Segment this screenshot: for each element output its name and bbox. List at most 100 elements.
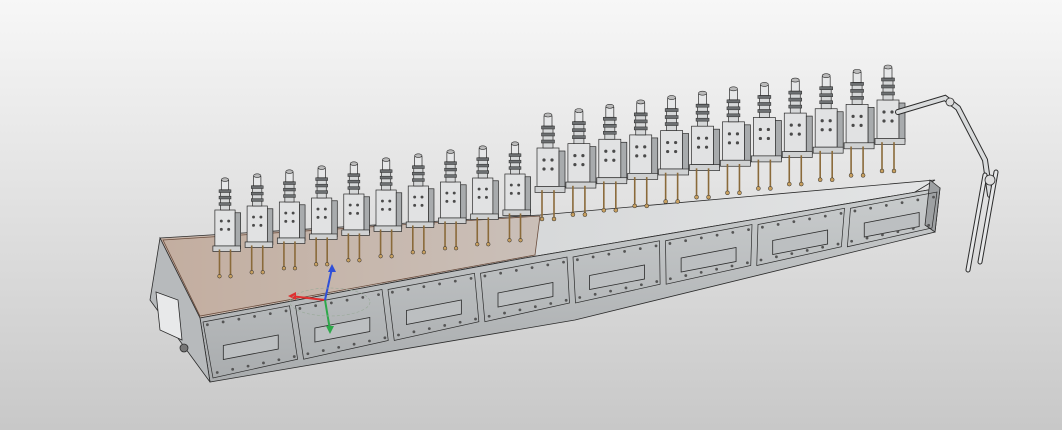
actuator-side [589,146,597,186]
bolt [927,223,931,227]
mount-hole [550,158,554,162]
graphics-viewport[interactable] [0,0,1062,430]
actuator-body[interactable] [660,130,683,170]
cap-top [414,153,423,158]
actuator[interactable] [658,95,689,204]
bolt [221,320,225,324]
cap-top [883,64,893,70]
actuator-body[interactable] [567,143,591,183]
cylinder-rod [573,121,585,144]
cylinder-cap [317,168,326,179]
actuator-body[interactable] [214,209,236,247]
mount-hole [413,195,417,199]
pin-nut [706,194,711,200]
actuator-body[interactable] [753,117,776,157]
actuator-body[interactable] [845,104,869,144]
bolt [206,323,209,327]
cylinder-cap [253,176,262,187]
actuator-body[interactable] [246,205,268,243]
cylinder-rod [348,173,359,195]
actuator[interactable] [596,103,628,213]
actuator-body[interactable] [504,173,526,211]
actuator[interactable] [751,82,782,191]
rod-collar [757,102,772,106]
actuator-side [805,115,813,155]
mount-hole [696,145,701,149]
actuator[interactable] [689,90,720,200]
actuator[interactable] [874,64,906,174]
bolt [422,285,426,289]
actuator-body[interactable] [629,134,653,174]
rod-collar [603,117,617,121]
actuator-body[interactable] [343,193,365,231]
actuator[interactable] [720,86,751,196]
bolt [684,239,688,243]
cylinder-cap [790,80,800,92]
bolt [406,288,410,291]
bolt [638,247,642,251]
cylinder-rod [789,90,801,114]
actuator-base [470,213,499,220]
actuator-body[interactable] [311,197,333,235]
actuator-body[interactable] [407,185,429,223]
mount-hole [882,119,886,123]
bolt [337,345,341,349]
actuator-side [492,180,499,218]
bolt [654,244,658,248]
mount-hole [851,114,855,118]
rod-collar [726,99,741,104]
actuator-body[interactable] [814,108,838,148]
bolt [562,260,565,264]
rod-collar [315,190,328,194]
actuator-body[interactable] [536,147,560,187]
actuator-body[interactable] [472,177,494,215]
bolt [609,289,612,293]
actuator[interactable] [812,73,844,182]
actuator-body[interactable] [598,138,622,179]
pin-nut [389,254,394,259]
cap-top [253,173,262,178]
actuator[interactable] [565,108,597,217]
end-port[interactable] [179,343,189,353]
mount-hole [445,191,449,195]
mount-hole [291,219,295,223]
pin-nut [346,258,351,263]
cylinder-cap [852,72,862,83]
mount-hole [612,149,616,153]
pin-nut [507,238,512,243]
mount-hole [484,187,488,191]
actuator-base [534,186,566,193]
cylinder-rod [666,108,677,131]
cad-model-canvas[interactable] [0,0,1062,430]
pin-nut [601,208,607,213]
actuator-body[interactable] [440,181,462,219]
cylinder-rod [316,177,327,199]
pin-nut [453,246,459,251]
rod-collar [508,166,522,170]
cylinder-rod [477,157,488,179]
mount-hole [735,141,740,145]
actuator[interactable] [627,99,659,209]
actuator-body[interactable] [876,99,900,139]
bolt [533,305,537,309]
pin-nut [725,190,730,196]
mount-hole [666,140,670,145]
actuator[interactable] [843,69,875,178]
actuator[interactable] [781,77,813,187]
actuator-side [266,208,274,246]
mount-hole [517,191,521,195]
mount-hole [704,145,709,149]
bolt [306,352,310,356]
mount-hole [420,203,424,207]
mount-hole [573,154,577,158]
actuator-body[interactable] [783,112,807,152]
mount-hole [797,123,801,127]
actuator-body[interactable] [691,125,714,165]
actuator-base [565,181,597,189]
cylinder-rod [882,77,894,101]
actuator-body[interactable] [278,201,300,239]
actuator-body[interactable] [722,121,745,161]
bolt [514,269,518,272]
actuator[interactable] [534,112,566,222]
actuator-body[interactable] [375,189,397,227]
